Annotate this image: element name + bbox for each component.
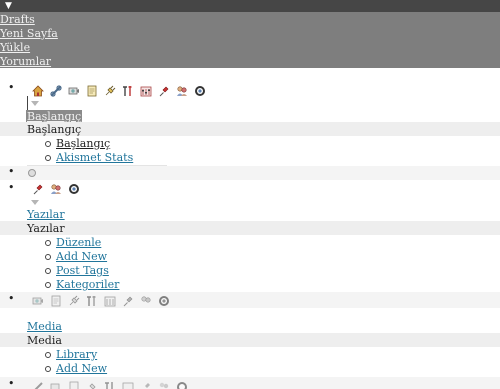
submenu-item-add-new-post[interactable]: Add New — [56, 250, 107, 263]
tools-icon[interactable] — [121, 84, 134, 97]
menu-link-media[interactable]: Media — [27, 320, 62, 333]
home-icon[interactable] — [31, 84, 44, 97]
icon-toolbar-4 — [31, 380, 193, 389]
list-bullet: • — [8, 165, 15, 178]
submenu-item-library[interactable]: Library — [56, 348, 97, 361]
users-icon[interactable] — [49, 182, 62, 195]
submenu-header-media: Media — [0, 333, 500, 347]
users-icon[interactable] — [175, 84, 188, 97]
link-icon[interactable] — [31, 380, 44, 389]
list-bullet — [45, 268, 51, 274]
media-icon[interactable] — [49, 380, 62, 389]
bubble-icon[interactable] — [175, 380, 188, 389]
submenu-item-add-new-media[interactable]: Add New — [56, 362, 107, 375]
list-bullet — [45, 141, 51, 147]
toolbar-row-3: • — [0, 292, 500, 308]
collapse-arrow-icon[interactable]: ▼ — [5, 0, 12, 12]
section-heading-posts: Yazılar — [27, 222, 65, 235]
plugin-icon[interactable] — [67, 294, 80, 307]
media-icon[interactable] — [67, 84, 80, 97]
settings-icon[interactable] — [139, 84, 152, 97]
quick-link-new-page[interactable]: Yeni Sayfa — [0, 27, 58, 40]
list-bullet — [45, 155, 51, 161]
quick-link-comments[interactable]: Yorumlar — [0, 55, 51, 68]
bubble-icon[interactable] — [67, 182, 80, 195]
icon-toolbar-3 — [31, 294, 175, 307]
pin-icon[interactable] — [121, 294, 134, 307]
tools-icon[interactable] — [103, 380, 116, 389]
pin-icon[interactable] — [31, 182, 44, 195]
section-heading-media: Media — [27, 334, 62, 347]
quick-links-panel: Drafts Yeni Sayfa Yükle Yorumlar — [0, 12, 500, 68]
submenu-item-post-tags[interactable]: Post Tags — [56, 264, 109, 277]
page-icon[interactable] — [49, 294, 62, 307]
quick-link-drafts[interactable]: Drafts — [0, 13, 35, 26]
list-bullet — [45, 366, 51, 372]
submenu-item-edit[interactable]: Düzenle — [56, 236, 101, 249]
menu-link-posts[interactable]: Yazılar — [27, 208, 65, 221]
bubble-icon[interactable] — [157, 294, 170, 307]
cursor-line — [27, 96, 28, 110]
users-icon[interactable] — [157, 380, 170, 389]
quick-link-upload[interactable]: Yükle — [0, 41, 30, 54]
plugin-icon[interactable] — [103, 84, 116, 97]
submenu-item-categories[interactable]: Kategoriler — [56, 278, 119, 291]
settings-icon[interactable] — [121, 380, 134, 389]
users-icon[interactable] — [139, 294, 152, 307]
top-bar: ▼ — [0, 0, 500, 12]
list-bullet — [45, 254, 51, 260]
submenu-header-posts: Yazılar — [0, 221, 500, 235]
submenu-item-akismet-stats[interactable]: Akismet Stats — [56, 151, 133, 164]
pin-icon[interactable] — [157, 84, 170, 97]
list-bullet — [45, 282, 51, 288]
list-bullet: • — [8, 181, 15, 194]
link-icon[interactable] — [49, 84, 62, 97]
pin-icon[interactable] — [139, 380, 152, 389]
submenu-header-dashboard: Başlangıç — [0, 122, 500, 136]
page-icon[interactable] — [67, 380, 80, 389]
toolbar-row-4: • — [0, 377, 500, 389]
page-icon[interactable] — [85, 84, 98, 97]
toggle-triangle-icon[interactable] — [31, 101, 39, 106]
separator-handle-icon[interactable] — [28, 169, 36, 177]
settings-icon[interactable] — [103, 294, 116, 307]
list-bullet — [45, 352, 51, 358]
tools-icon[interactable] — [85, 294, 98, 307]
list-bullet: • — [8, 377, 15, 389]
submenu-item-dashboard[interactable]: Başlangıç — [56, 137, 110, 150]
icon-toolbar-1 — [31, 84, 211, 97]
separator-row: • — [0, 166, 500, 180]
toggle-triangle-icon[interactable] — [31, 200, 39, 205]
list-bullet: • — [8, 81, 15, 94]
list-bullet: • — [8, 292, 15, 305]
list-bullet — [45, 240, 51, 246]
bubble-icon[interactable] — [193, 84, 206, 97]
section-heading-dashboard: Başlangıç — [27, 123, 82, 136]
plugin-icon[interactable] — [85, 380, 98, 389]
icon-toolbar-2 — [31, 182, 85, 195]
media-icon[interactable] — [31, 294, 44, 307]
